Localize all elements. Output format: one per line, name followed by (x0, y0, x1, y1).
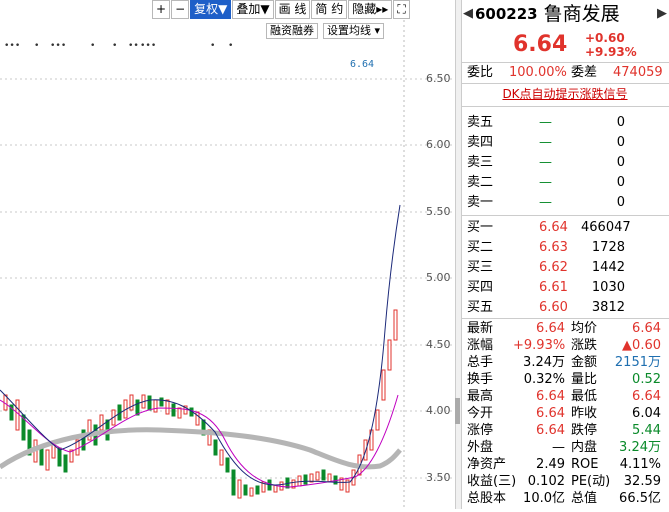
svg-text:•••: ••• (140, 41, 156, 51)
stock-code: 600223 (475, 5, 538, 23)
candle (99, 414, 104, 431)
price-change: +0.60 +9.93% (585, 31, 637, 59)
svg-text:••: •• (128, 41, 139, 51)
candle (147, 395, 152, 411)
candle (249, 487, 254, 497)
svg-text:•: • (228, 41, 233, 51)
candle (171, 403, 176, 417)
depth-row: 买三 6.62 1442 (467, 260, 625, 275)
svg-text:•: • (112, 41, 117, 51)
candle (321, 469, 326, 481)
candle (213, 439, 218, 456)
depth-row: 卖四 —0 (467, 135, 625, 150)
y-tick-label: 4.00 (426, 404, 451, 417)
splitter-handle[interactable] (455, 398, 460, 424)
stat-row: 今开 6.64 昨收 6.04 (467, 406, 661, 421)
candle (219, 449, 224, 466)
depth-row: 卖三 —0 (467, 155, 625, 170)
candle (63, 454, 68, 473)
prev-stock-icon[interactable]: ◀ (461, 0, 475, 28)
svg-text:•••: ••• (50, 41, 66, 51)
depth-row: 卖一 —0 (467, 195, 625, 210)
order-ratio-row: 委比 100.00% 委差 474059 (467, 65, 663, 80)
simple-button[interactable]: 简 约 (311, 0, 348, 19)
zoom-in-button[interactable]: + (152, 0, 171, 19)
candle (57, 447, 62, 467)
candle (297, 475, 302, 487)
candle (393, 309, 398, 341)
zoom-out-button[interactable]: − (171, 0, 190, 19)
depth-row: 买四 6.61 1030 (467, 280, 625, 295)
candle (309, 473, 314, 483)
buy-depth: 买一 6.64 466047 买二 6.63 1728 买三 6.62 1442 买四 6.61 10… (461, 216, 669, 318)
fullscreen-icon[interactable]: ⛶ (393, 0, 410, 19)
y-tick-label: 5.00 (426, 271, 451, 284)
candle (135, 399, 140, 416)
candle (15, 399, 20, 431)
depth-row: 买五 6.60 3812 (467, 300, 625, 315)
margin-trading-button[interactable]: 融资融券 (266, 23, 318, 39)
kline-svg: ••• • ••• • • •• ••• • • (0, 0, 455, 509)
candle (375, 409, 380, 431)
current-price: 6.64 (513, 32, 568, 57)
candle (327, 473, 332, 483)
svg-text:•: • (210, 41, 215, 51)
candle (231, 469, 236, 496)
candle (153, 399, 158, 413)
sell-depth: 卖五 —0 卖四 —0 卖三 —0 卖二 —0 卖一 —0 (461, 107, 669, 213)
price-block: 6.64 +0.60 +9.93% (461, 28, 669, 62)
candle (303, 474, 308, 485)
stat-row: 总手 3.24万 金额 2151万 (467, 355, 661, 370)
chart-toolbar: + − 复权▼ 叠加▼ 画 线 简 约 隐藏▸▸ ⛶ (152, 0, 411, 19)
candle (315, 471, 320, 481)
hide-button[interactable]: 隐藏▸▸ (348, 0, 393, 19)
draw-line-button[interactable]: 画 线 (274, 0, 311, 19)
svg-text:•: • (90, 41, 95, 51)
y-tick-label: 3.50 (426, 471, 451, 484)
candle (255, 485, 260, 495)
adjust-dropdown[interactable]: 复权▼ (190, 0, 232, 19)
depth-row: 卖二 —0 (467, 175, 625, 190)
stat-row: 最高 6.64 最低 6.64 (467, 389, 661, 404)
candle (129, 394, 134, 411)
candle (243, 484, 248, 496)
quote-panel: ◀ 600223 鲁商发展 ▶ 6.64 +0.60 +9.93% 委比 100.… (461, 0, 669, 509)
last-price-tag: 6.64 (350, 59, 375, 70)
stat-row: 总股本 10.0亿 总值 66.5亿 (467, 491, 661, 506)
y-tick-label: 4.50 (426, 338, 451, 351)
candle (387, 339, 392, 371)
stock-header: ◀ 600223 鲁商发展 ▶ (461, 0, 669, 28)
ma-settings-dropdown[interactable]: 设置均线 ▾ (323, 23, 385, 39)
candle (177, 407, 182, 419)
stat-row: 收益(三) 0.102 PE(动) 32.59 (467, 474, 661, 489)
candle (225, 457, 230, 473)
stat-row: 净资产 2.49 ROE 4.11% (467, 457, 661, 472)
y-tick-label: 5.50 (426, 205, 451, 218)
candles (3, 309, 398, 499)
stat-row: 涨停 6.64 跌停 5.44 (467, 423, 661, 438)
y-tick-label: 6.50 (426, 72, 451, 85)
kline-chart[interactable]: ••• • ••• • • •• ••• • • + − 复权▼ 叠加▼ 画 线 简 约 隐… (0, 0, 460, 509)
svg-text:•••: ••• (4, 41, 20, 51)
svg-text:•: • (34, 41, 39, 51)
dk-signal-link[interactable]: DK点自动提示涨跌信号 (461, 84, 669, 106)
candle (237, 479, 242, 499)
candle (381, 369, 386, 401)
next-stock-icon[interactable]: ▶ (655, 0, 669, 28)
y-tick-label: 6.00 (426, 138, 451, 151)
stock-name: 鲁商发展 (543, 3, 620, 25)
candle (195, 411, 200, 426)
depth-row: 买一 6.64 466047 (467, 220, 631, 235)
stat-row: 外盘 — 内盘 3.24万 (467, 440, 661, 455)
stats-table: 最新 6.64 均价 6.64 涨幅 +9.93% 涨跌 ▲0.60 总手 3.24万 金额 2151… (461, 319, 669, 507)
candle (159, 397, 164, 407)
stat-row: 换手 0.32% 量比 0.52 (467, 372, 661, 387)
depth-row: 卖五 —0 (467, 115, 625, 130)
stat-row: 涨幅 +9.93% 涨跌 ▲0.60 (467, 338, 661, 353)
candle (45, 449, 50, 471)
overlay-dropdown[interactable]: 叠加▼ (232, 0, 274, 19)
stat-row: 最新 6.64 均价 6.64 (467, 321, 661, 336)
depth-row: 买二 6.63 1728 (467, 240, 625, 255)
candle (165, 399, 170, 415)
